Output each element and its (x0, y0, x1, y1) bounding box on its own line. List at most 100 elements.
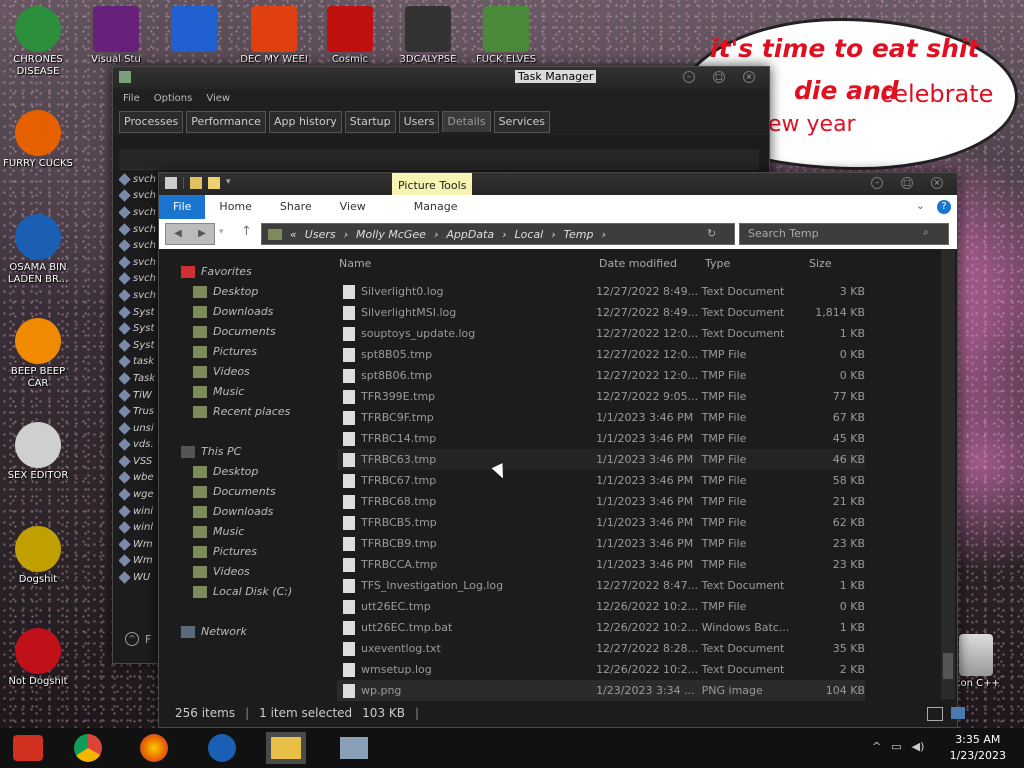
process-row[interactable]: TiW (119, 387, 159, 404)
file-row[interactable]: SilverlightMSI.log 12/27/2022 8:49... Text… (337, 302, 865, 323)
nav-network[interactable]: Network (181, 625, 247, 638)
maximize-button[interactable]: □ (901, 177, 913, 189)
process-row[interactable]: Wm (119, 553, 159, 570)
file-row[interactable]: souptoys_update.log 12/27/2022 12:0... Tex… (337, 323, 865, 344)
tab-performance[interactable]: Performance (186, 111, 266, 133)
process-row[interactable]: wbe (119, 470, 159, 487)
nav-item[interactable]: Documents (193, 485, 276, 498)
search-icon[interactable]: ⌕ (923, 227, 929, 238)
file-row[interactable]: Silverlight0.log 12/27/2022 8:49... Text D… (337, 281, 865, 302)
file-row[interactable]: utt26EC.tmp.bat 12/26/2022 10:2... Windows… (337, 617, 865, 638)
process-row[interactable]: winl (119, 519, 159, 536)
process-row[interactable]: unsi (119, 420, 159, 437)
close-button[interactable]: × (931, 177, 943, 189)
desktop-icon[interactable]: OSAMA BIN LADEN BR... (0, 214, 76, 286)
address-bar[interactable]: « Users › Molly McGee › AppData › Local › Temp › (261, 223, 735, 245)
breadcrumb-item[interactable]: Molly McGee (356, 228, 426, 241)
minimize-button[interactable]: – (683, 71, 695, 83)
desktop-icon[interactable]: SEX EDITOR (0, 422, 76, 482)
breadcrumb-item[interactable]: AppData (446, 228, 494, 241)
details-view-icon[interactable] (927, 707, 943, 721)
recent-locations-icon[interactable]: ▾ (219, 227, 224, 237)
column-date[interactable]: Date modified (599, 257, 677, 270)
tab-details[interactable]: Details (442, 111, 491, 132)
volume-icon[interactable]: ◀) (912, 740, 925, 753)
fewer-details[interactable]: ^ F (125, 629, 155, 649)
ribbon-tab-share[interactable]: Share (266, 195, 326, 219)
desktop-icon[interactable]: Not Dogshit (0, 628, 76, 688)
process-list[interactable]: svch svch svch svch svch svch svch svch Syst Syst… (119, 171, 159, 601)
column-size[interactable]: Size (809, 257, 832, 270)
nav-item[interactable]: Downloads (193, 305, 273, 318)
ribbon-tab-home[interactable]: Home (205, 195, 265, 219)
desktop-icon[interactable]: CHRONES DISEASE (0, 6, 76, 78)
process-row[interactable]: wge (119, 486, 159, 503)
close-button[interactable]: × (743, 71, 755, 83)
taskbar-task-manager[interactable] (334, 732, 374, 764)
properties-icon[interactable] (190, 177, 202, 189)
desktop-icon[interactable]: 3DCALYPSE (390, 6, 466, 66)
file-row[interactable]: TFRBC14.tmp 1/1/2023 3:46 PM TMP File 45 KB (337, 428, 865, 449)
file-row[interactable]: TFRBC68.tmp 1/1/2023 3:46 PM TMP File 21 KB (337, 491, 865, 512)
nav-item[interactable]: Desktop (193, 285, 258, 298)
taskbar-file-explorer[interactable] (266, 732, 306, 764)
file-row[interactable]: spt8B05.tmp 12/27/2022 12:0... TMP File 0 K… (337, 344, 865, 365)
file-row[interactable]: utt26EC.tmp 12/26/2022 10:2... TMP File 0 K… (337, 596, 865, 617)
nav-item[interactable]: Music (193, 385, 244, 398)
nav-favorites[interactable]: Favorites (181, 265, 252, 278)
tab-app-history[interactable]: App history (268, 111, 342, 133)
network-icon[interactable]: ▭ (891, 740, 901, 753)
nav-item[interactable]: Pictures (193, 345, 257, 358)
desktop-icon[interactable]: BEEP BEEP CAR (0, 318, 76, 390)
menu-item[interactable]: View (206, 93, 230, 104)
file-row[interactable]: TFRBCB5.tmp 1/1/2023 3:46 PM TMP File 62 KB (337, 512, 865, 533)
taskbar-app[interactable] (202, 732, 242, 764)
breadcrumb-item[interactable]: « (290, 228, 297, 241)
taskbar-firefox[interactable] (134, 732, 174, 764)
nav-item[interactable]: Local Disk (C:) (193, 585, 292, 598)
file-row[interactable]: wp.png 1/23/2023 3:34 ... PNG image 104 KB (337, 680, 865, 701)
nav-item[interactable]: Music (193, 525, 244, 538)
minimize-button[interactable]: – (871, 177, 883, 189)
column-name[interactable]: Name (339, 257, 371, 270)
chevron-down-icon[interactable]: ▾ (226, 177, 238, 189)
tab-processes[interactable]: Processes (119, 111, 184, 133)
refresh-icon[interactable]: ↻ (707, 227, 716, 240)
desktop-icon[interactable]: DEC MY WEEI (236, 6, 312, 66)
desktop-icon[interactable] (156, 6, 232, 54)
show-hidden-icons-icon[interactable]: ^ (872, 740, 881, 753)
process-row[interactable]: svch (119, 271, 159, 288)
tab-startup[interactable]: Startup (344, 111, 396, 133)
process-row[interactable]: svch (119, 287, 159, 304)
ribbon-tab-file[interactable]: File (159, 195, 206, 219)
process-row[interactable]: svch (119, 171, 159, 188)
breadcrumb-item[interactable]: Temp (564, 228, 594, 241)
help-icon[interactable]: ? (937, 200, 951, 214)
breadcrumb-item[interactable]: Users (305, 228, 336, 241)
process-row[interactable]: svch (119, 188, 159, 205)
menu-item[interactable]: Options (154, 93, 193, 104)
nav-item[interactable]: Pictures (193, 545, 257, 558)
large-icons-view-icon[interactable] (951, 707, 965, 719)
taskbar-chrome[interactable] (68, 732, 108, 764)
process-row[interactable]: svch (119, 237, 159, 254)
desktop-icon[interactable]: FURRY CUCKS (0, 110, 76, 170)
file-row[interactable]: wmsetup.log 12/26/2022 10:2... Text Docume… (337, 659, 865, 680)
process-row[interactable]: svch (119, 204, 159, 221)
maximize-button[interactable]: □ (713, 71, 725, 83)
tab-services[interactable]: Services (493, 111, 550, 133)
vertical-scrollbar[interactable] (941, 249, 955, 699)
file-row[interactable]: TFR399E.tmp 12/27/2022 9:05... TMP File 77 … (337, 386, 865, 407)
task-manager-titlebar[interactable]: Task Manager – □ × (113, 67, 769, 89)
file-row[interactable]: spt8B06.tmp 12/27/2022 12:0... TMP File 0 K… (337, 365, 865, 386)
column-type[interactable]: Type (705, 257, 730, 270)
new-folder-icon[interactable] (208, 177, 220, 189)
file-row[interactable]: TFRBCCA.tmp 1/1/2023 3:46 PM TMP File 23 KB (337, 554, 865, 575)
file-row[interactable]: TFRBCB9.tmp 1/1/2023 3:46 PM TMP File 23 KB (337, 533, 865, 554)
ribbon-tab-manage[interactable]: Manage (399, 195, 472, 219)
tab-users[interactable]: Users (398, 111, 440, 133)
process-row[interactable]: vds. (119, 437, 159, 454)
back-button[interactable]: ◀ (166, 224, 190, 244)
forward-button[interactable]: ▶ (190, 224, 214, 244)
process-row[interactable]: svch (119, 254, 159, 271)
